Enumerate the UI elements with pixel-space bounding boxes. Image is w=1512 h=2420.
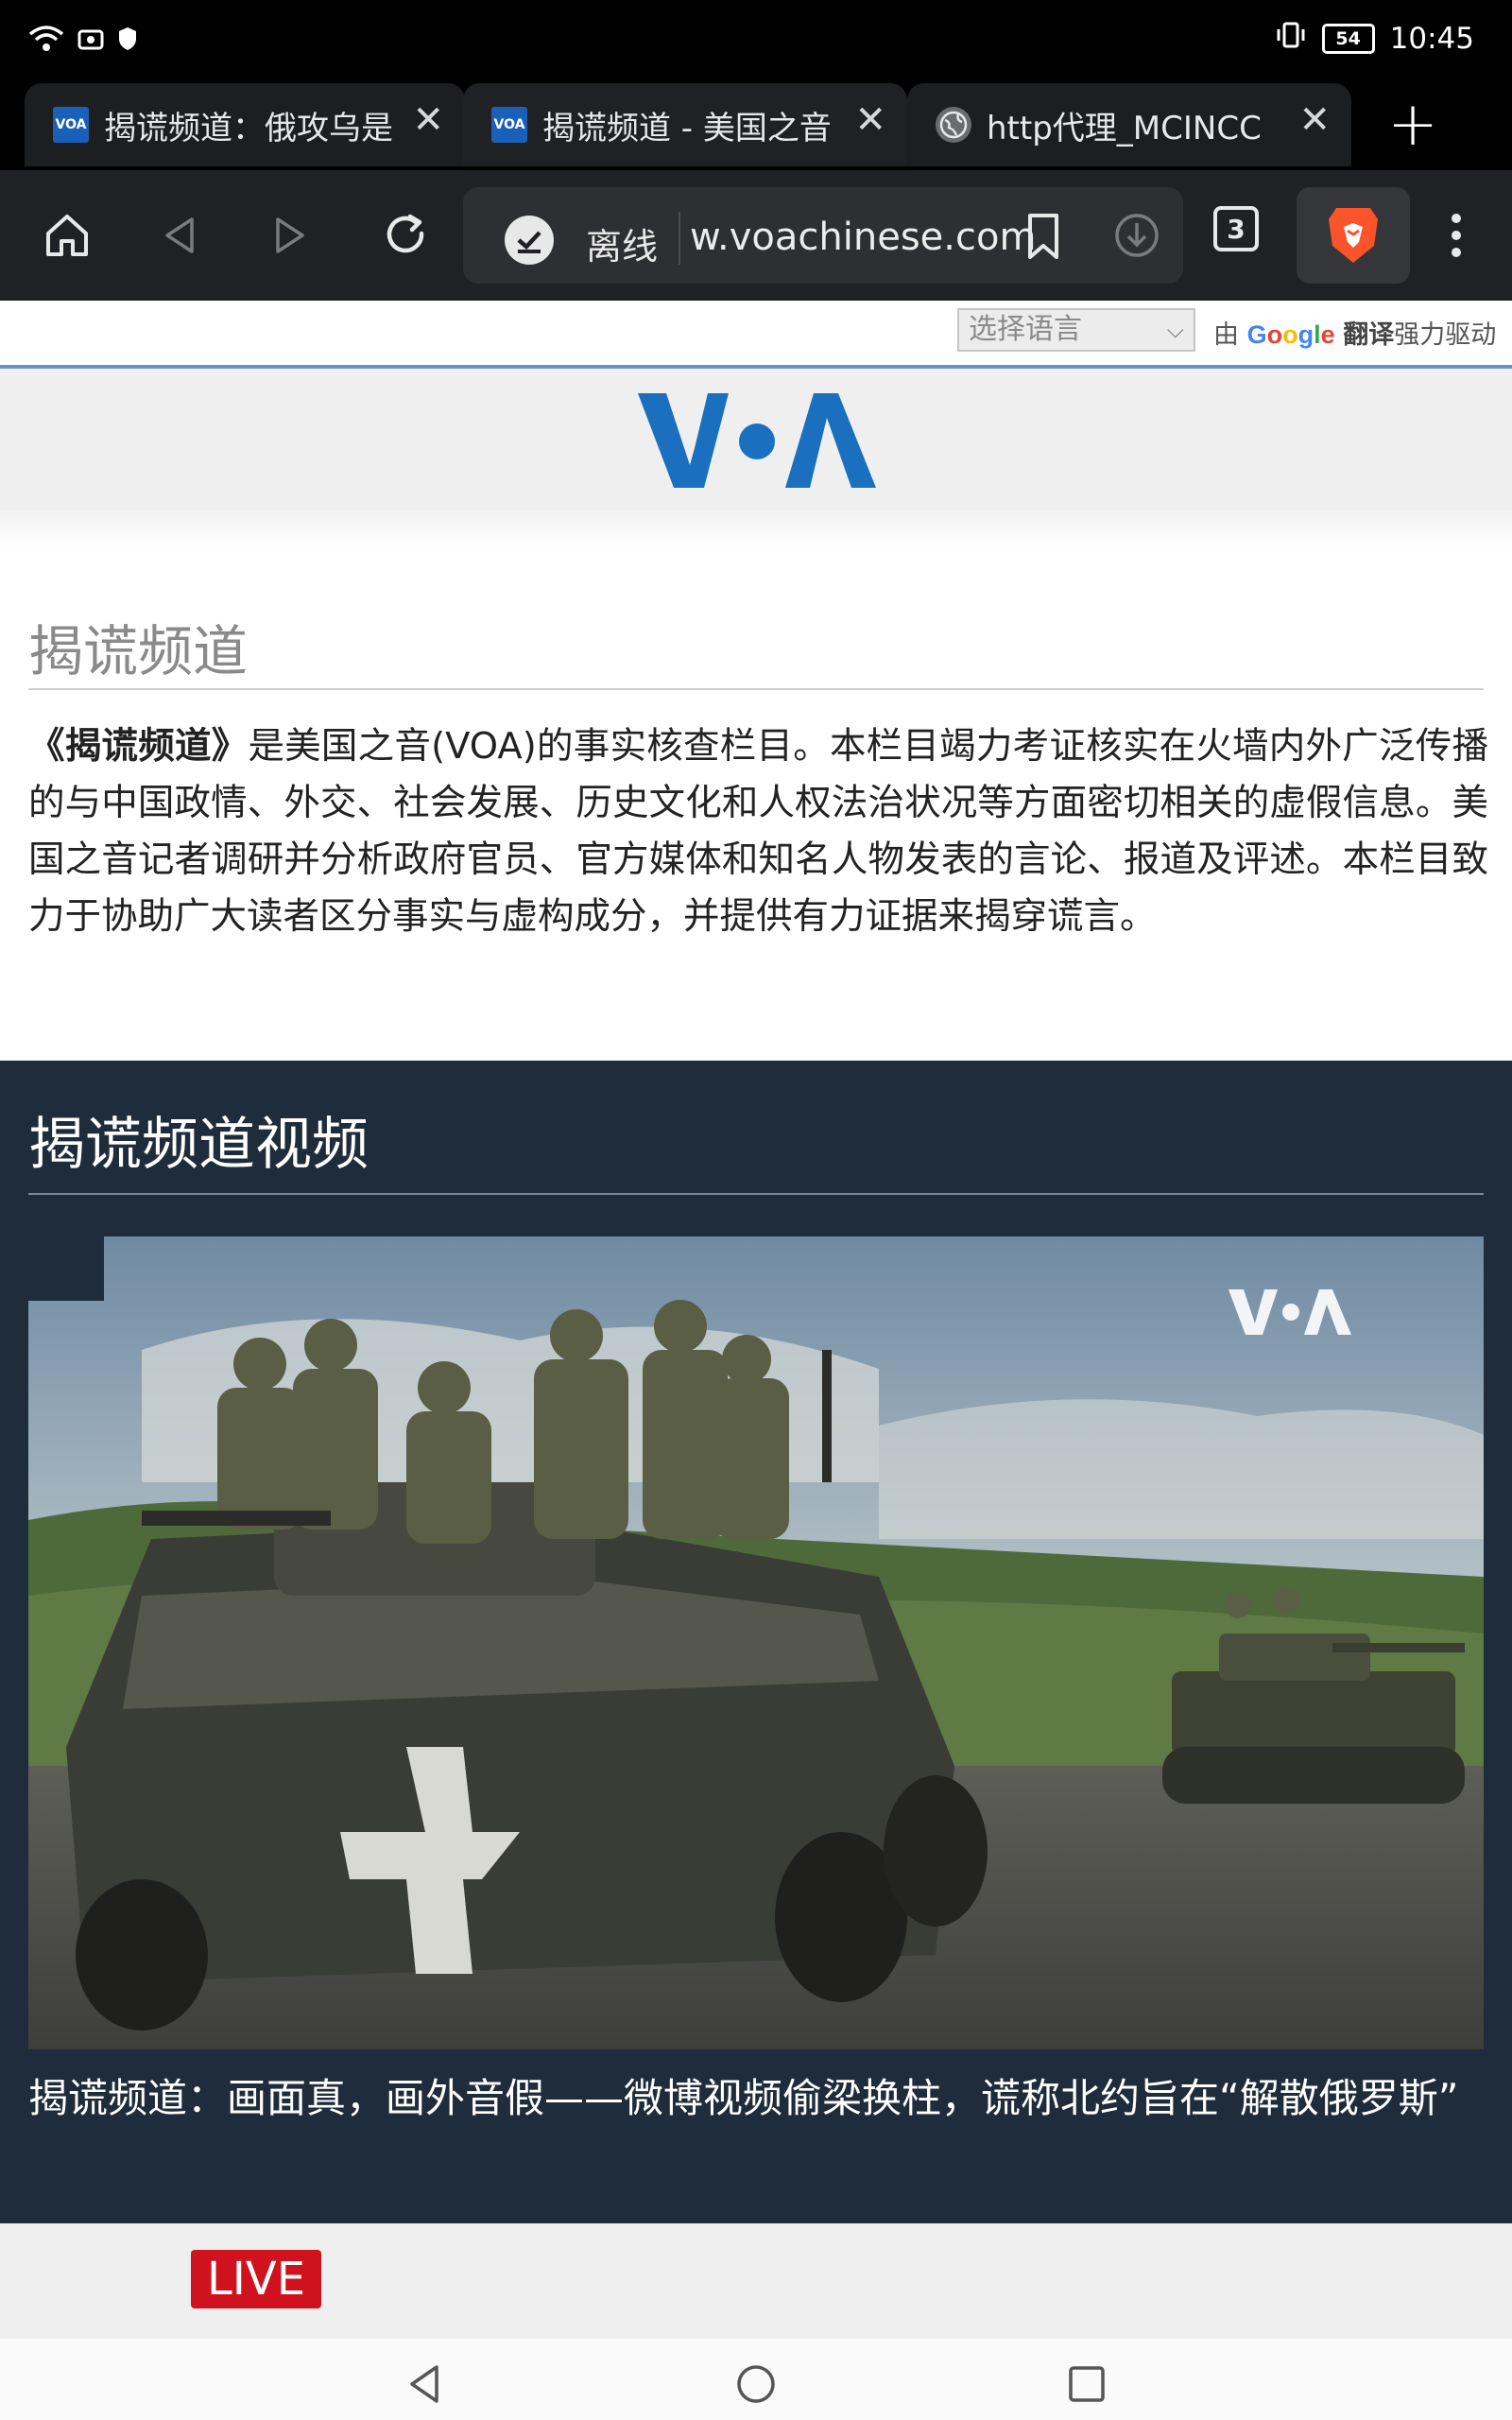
vibrate-icon — [1275, 21, 1307, 57]
language-select[interactable]: 选择语言 ⌵ — [957, 308, 1195, 352]
column-description: 《揭谎频道》是美国之音(VOA)的事实核查栏目。本栏目竭力考证核实在火墙内外广泛… — [28, 718, 1488, 945]
close-tab-icon[interactable]: ✕ — [854, 98, 886, 142]
browser-toolbar: 离线 w.voachinese.com 3 — [0, 170, 1512, 301]
screen-record-icon — [77, 26, 104, 56]
tab-title: 揭谎频道：俄攻乌是 — [104, 109, 393, 147]
tab-http-proxy[interactable]: http代理_MCINCC ✕ — [907, 83, 1351, 166]
powered-by-google-translate: 由 Google 翻译强力驱动 — [1213, 314, 1496, 351]
tab-fact-check-voa[interactable]: VOA 揭谎频道 - 美国之音 ✕ — [463, 83, 907, 166]
video-section-title: 揭谎频道视频 — [28, 1112, 369, 1178]
nav-home-icon[interactable] — [728, 2356, 784, 2412]
status-bar: 54 10:45 — [0, 0, 1512, 83]
battery-icon: 54 — [1321, 24, 1375, 54]
address-bar[interactable]: 离线 w.voachinese.com — [463, 187, 1183, 284]
voa-logo[interactable] — [638, 389, 876, 495]
home-icon[interactable] — [34, 202, 100, 268]
google-translate-bar: 选择语言 ⌵ 由 Google 翻译强力驱动 — [0, 301, 1512, 369]
nav-back-icon[interactable] — [397, 2356, 454, 2412]
tab-title: http代理_MCINCC — [987, 109, 1262, 147]
system-nav-bar — [0, 2339, 1512, 2420]
site-header — [0, 369, 1512, 510]
nav-recents-icon[interactable] — [1058, 2356, 1115, 2412]
google-logo: Google — [1246, 320, 1335, 349]
clock: 10:45 — [1389, 22, 1474, 56]
video-section: 揭谎频道视频 揭谎频道：画面真，画外音假——微博视频偷梁换柱，谎称北约旨在“解散… — [0, 1061, 1512, 2223]
live-button[interactable]: LIVE — [191, 2250, 321, 2308]
bookmark-icon[interactable] — [1024, 212, 1062, 265]
offline-label: 离线 — [586, 226, 659, 268]
tab-title: 揭谎频道 - 美国之音 — [542, 109, 832, 147]
voa-favicon-icon: VOA — [491, 107, 527, 143]
tab-count-icon[interactable]: 3 — [1213, 206, 1259, 251]
armored-vehicle-photo — [28, 1236, 1484, 2049]
column-description-text: 是美国之音(VOA)的事实核查栏目。本栏目竭力考证核实在火墙内外广泛传播的与中国… — [28, 725, 1488, 938]
live-bar: LIVE — [0, 2223, 1512, 2339]
brave-shield-icon[interactable] — [1297, 187, 1410, 284]
video-corner-tab — [28, 1236, 104, 1301]
column-name: 《揭谎频道》 — [28, 725, 249, 768]
divider — [28, 1193, 1484, 1195]
powered-suffix: 强力驱动 — [1394, 320, 1497, 350]
globe-icon — [936, 107, 971, 143]
chevron-down-icon: ⌵ — [1166, 317, 1184, 343]
tab-fact-check-ukraine[interactable]: VOA 揭谎频道：俄攻乌是 ✕ — [25, 83, 465, 166]
close-tab-icon[interactable]: ✕ — [412, 98, 444, 142]
forward-icon[interactable] — [257, 202, 323, 268]
tab-strip: VOA 揭谎频道：俄攻乌是 ✕ VOA 揭谎频道 - 美国之音 ✕ http代理… — [0, 83, 1512, 170]
download-icon[interactable] — [1113, 212, 1160, 263]
translate-word: 翻译 — [1343, 320, 1395, 350]
menu-icon[interactable] — [1423, 202, 1489, 268]
language-select-placeholder: 选择语言 — [969, 313, 1082, 346]
new-tab-button[interactable]: + — [1380, 83, 1446, 166]
offline-status-icon[interactable] — [505, 216, 554, 265]
wifi-icon — [28, 25, 64, 57]
divider — [28, 688, 1484, 690]
page-title: 揭谎频道 — [28, 619, 249, 683]
reload-icon[interactable] — [373, 202, 439, 268]
shield-icon — [117, 26, 138, 56]
url-text[interactable]: w.voachinese.com — [690, 216, 1036, 259]
back-icon[interactable] — [146, 202, 213, 268]
close-tab-icon[interactable]: ✕ — [1298, 98, 1331, 142]
powered-prefix: 由 — [1213, 320, 1239, 350]
voa-favicon-icon: VOA — [53, 107, 89, 143]
divider — [679, 212, 680, 265]
video-caption[interactable]: 揭谎频道：画面真，画外音假——微博视频偷梁换柱，谎称北约旨在“解散俄罗斯” — [28, 2070, 1484, 2127]
header-shadow — [0, 510, 1512, 548]
video-thumbnail[interactable] — [28, 1236, 1484, 2049]
